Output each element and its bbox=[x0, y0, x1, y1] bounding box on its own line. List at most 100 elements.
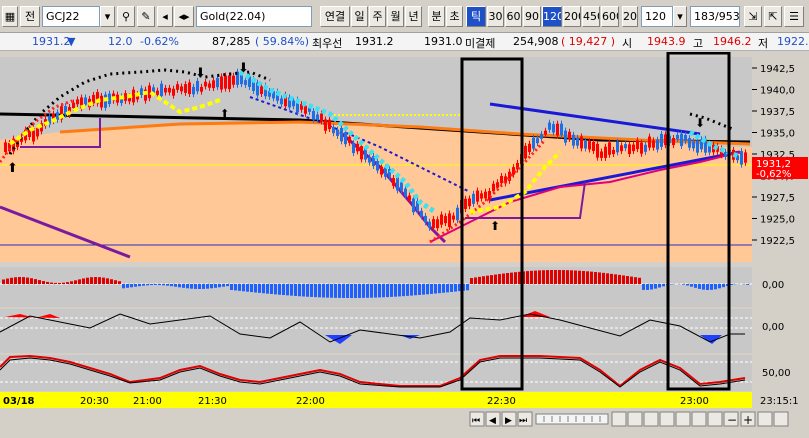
macd-bar bbox=[654, 284, 657, 289]
macd-bar bbox=[30, 278, 33, 284]
price-tick-label: 1937,5 bbox=[760, 107, 795, 118]
zoom-fit-icon[interactable] bbox=[627, 411, 643, 427]
interval-button-450[interactable]: 450 bbox=[582, 6, 600, 27]
candle-body bbox=[340, 127, 343, 142]
time-tick-label: 22:30 bbox=[487, 396, 516, 407]
macd-bar bbox=[586, 271, 589, 284]
symbol-input[interactable]: GCJ22 bbox=[42, 6, 100, 27]
candle-body bbox=[744, 152, 747, 163]
next-icon: ▶ bbox=[505, 416, 512, 426]
end-time-label: 23:15:1 bbox=[760, 396, 799, 407]
macd-bar bbox=[230, 284, 233, 290]
candle-body bbox=[84, 97, 87, 105]
macd-bar bbox=[638, 277, 641, 284]
mode-button-week[interactable]: 주 bbox=[369, 6, 386, 27]
reset-icon[interactable] bbox=[691, 411, 707, 427]
mode-button-tick[interactable]: 틱 bbox=[466, 6, 486, 27]
mode-button-minute[interactable]: 분 bbox=[428, 6, 445, 27]
candle-body bbox=[556, 123, 559, 136]
zoom-out-icon[interactable]: ⇱ bbox=[764, 6, 782, 27]
low-value: 1922. bbox=[777, 35, 809, 48]
interval-button-30[interactable]: 30 bbox=[487, 6, 504, 27]
mode-button-month[interactable]: 월 bbox=[387, 6, 404, 27]
macd-bar bbox=[658, 284, 661, 288]
zoom-in-icon[interactable]: ⇲ bbox=[744, 6, 762, 27]
macd-bar bbox=[382, 284, 385, 298]
interval-button-600[interactable]: 600 bbox=[601, 6, 619, 27]
candle-body bbox=[208, 83, 211, 88]
grid-icon[interactable] bbox=[659, 411, 675, 427]
macd-bar bbox=[466, 284, 469, 291]
candle-body bbox=[528, 143, 531, 152]
open-label: 시 bbox=[622, 37, 633, 50]
candle-body bbox=[624, 144, 627, 149]
interval-button-200[interactable]: 200 bbox=[563, 6, 581, 27]
interval-dropdown-icon[interactable]: ▾ bbox=[673, 6, 687, 27]
macd-bar bbox=[546, 270, 549, 284]
sound-toggle-icon[interactable]: ◂ bbox=[157, 6, 173, 27]
search-icon[interactable]: ⚲ bbox=[117, 6, 135, 27]
candle-body bbox=[740, 151, 743, 165]
high-label: 고 bbox=[693, 37, 704, 50]
change-percent: -0.62% bbox=[140, 35, 179, 48]
macd-bar bbox=[702, 284, 705, 290]
zoom-box-icon[interactable] bbox=[611, 411, 627, 427]
macd-bar bbox=[66, 282, 69, 284]
mode-button-continuous[interactable]: 연결 bbox=[320, 6, 350, 27]
down-arrow-icon: ⬇ bbox=[695, 116, 705, 130]
macd-bar bbox=[110, 279, 113, 284]
macd-bar bbox=[134, 284, 137, 287]
macd-bar bbox=[470, 278, 473, 284]
edit-symbol-icon[interactable]: ✎ bbox=[137, 6, 155, 27]
chart-area[interactable]: ⬆ ⬇ ⬇ ⬆ ⬆ ⬇ 1942,5 1940,0 1937,5 1935,0 1932… bbox=[0, 51, 809, 438]
mode-button-year[interactable]: 년 bbox=[405, 6, 422, 27]
macd-bar bbox=[318, 284, 321, 298]
plus-icon: + bbox=[743, 413, 753, 427]
layout-icon[interactable] bbox=[643, 411, 659, 427]
lead-label-button[interactable]: 전 bbox=[20, 6, 40, 27]
scroll-track[interactable] bbox=[535, 413, 609, 425]
arrow-left-right-icon[interactable]: ◂▸ bbox=[174, 6, 194, 27]
settings-icon[interactable]: ☰ bbox=[784, 6, 804, 27]
candle-body bbox=[176, 84, 179, 90]
macd-bar bbox=[282, 284, 285, 296]
price-tick-label: 1927,5 bbox=[760, 193, 795, 204]
volume-ratio: ( 59.84%) bbox=[255, 35, 310, 48]
macd-bar bbox=[562, 270, 565, 284]
mode-button-day[interactable]: 일 bbox=[351, 6, 368, 27]
candle-body bbox=[492, 183, 495, 192]
window-icon[interactable] bbox=[675, 411, 691, 427]
volume-value: 87,285 bbox=[212, 35, 251, 48]
macd-bar bbox=[438, 284, 441, 294]
macd-axis-tick: 0,00 bbox=[762, 280, 784, 291]
candle-body bbox=[316, 114, 319, 120]
candle-body bbox=[4, 142, 7, 152]
candle-body bbox=[500, 175, 503, 184]
mode-button-second[interactable]: 초 bbox=[446, 6, 463, 27]
expand-icon[interactable] bbox=[707, 411, 723, 427]
candle-body bbox=[348, 136, 351, 143]
macd-bar bbox=[598, 272, 601, 284]
scroll-right-button[interactable] bbox=[773, 411, 789, 427]
symbol-dropdown-icon[interactable]: ▾ bbox=[100, 6, 115, 27]
oscillator-pane[interactable] bbox=[0, 309, 752, 353]
candle-body bbox=[464, 198, 467, 209]
quote-bar: 1931.2 ▼ 12.0 -0.62% 87,285 ( 59.84%) 최우… bbox=[0, 33, 809, 51]
candle-body bbox=[564, 130, 567, 143]
interval-input[interactable]: 120 bbox=[641, 6, 673, 27]
scroll-left-button[interactable] bbox=[757, 411, 773, 427]
price-tick-label: 1925,0 bbox=[760, 215, 795, 226]
interval-button-90[interactable]: 90 bbox=[523, 6, 541, 27]
macd-bar bbox=[46, 281, 49, 284]
macd-bar bbox=[606, 273, 609, 284]
interval-button-20[interactable]: 20 bbox=[622, 6, 638, 27]
interval-button-60[interactable]: 60 bbox=[505, 6, 522, 27]
macd-bar bbox=[146, 284, 149, 286]
macd-bar bbox=[298, 284, 301, 297]
candle-body bbox=[548, 122, 551, 130]
macd-bar bbox=[354, 284, 357, 298]
macd-bar bbox=[26, 277, 29, 284]
macd-bar bbox=[42, 281, 45, 284]
interval-button-120[interactable]: 120 bbox=[542, 6, 562, 27]
expand-toggle-button[interactable]: ▦ bbox=[2, 6, 18, 27]
